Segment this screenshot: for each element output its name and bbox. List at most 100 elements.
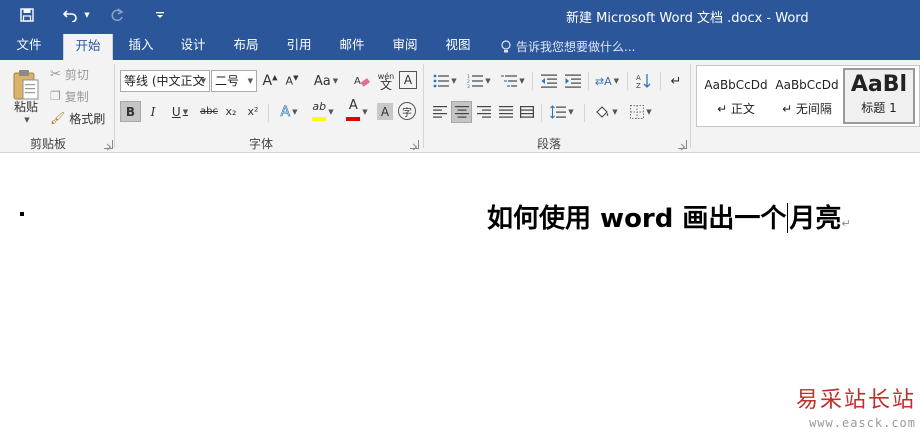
group-divider — [532, 72, 533, 90]
tab-review[interactable]: 审阅 — [384, 32, 426, 60]
font-launcher-icon[interactable] — [410, 140, 419, 149]
redo-button[interactable] — [106, 4, 128, 26]
chevron-down-icon: ▼ — [182, 107, 189, 116]
style-heading-1[interactable]: AaBl 标题 1 — [843, 68, 915, 124]
enclose-characters-button[interactable]: 字 — [398, 102, 416, 120]
tab-insert[interactable]: 插入 — [120, 32, 162, 60]
subscript-button[interactable]: x₂ — [222, 101, 240, 122]
change-case-button[interactable]: Aa ▼ — [311, 71, 341, 91]
bold-button[interactable]: B — [120, 101, 141, 122]
character-shading-icon: A — [380, 104, 390, 119]
tab-mailings[interactable]: 邮件 — [331, 32, 373, 60]
justify-button[interactable] — [496, 102, 515, 122]
format-painter-button[interactable]: 🖌 格式刷 — [50, 109, 105, 127]
paragraph-group-label: 段落 — [537, 137, 562, 151]
group-divider — [423, 64, 424, 148]
shrink-font-icon: A▼ — [285, 74, 299, 88]
grow-font-icon: A▲ — [262, 73, 278, 89]
chevron-down-icon: ▼ — [332, 77, 339, 85]
phonetic-guide-button[interactable]: wén 文 — [376, 69, 396, 93]
bullets-button[interactable]: ▼ — [430, 71, 460, 91]
underline-button[interactable]: U ▼ — [166, 101, 194, 122]
font-color-icon: A — [348, 97, 358, 113]
multilevel-list-button[interactable]: ▼ — [498, 71, 528, 91]
text-effects-icon: A — [280, 103, 291, 120]
numbered-list-icon: 1 2 3 — [467, 74, 484, 88]
sort-icon: A Z — [636, 74, 651, 89]
paste-label[interactable]: 粘贴 — [8, 97, 44, 115]
show-formatting-button[interactable]: ↵ — [666, 71, 686, 91]
scissors-icon: ✂ — [50, 66, 61, 82]
window-title: 新建 Microsoft Word 文档 .docx - Word — [566, 11, 809, 26]
copy-button[interactable]: ❐ 复制 — [50, 87, 89, 105]
customize-qat-button[interactable] — [150, 4, 170, 26]
heading-text-end: 月亮 — [789, 204, 842, 234]
svg-text:A: A — [354, 76, 361, 87]
ribbon-tabs: 文件 开始 插入 设计 布局 引用 邮件 审阅 视图 告诉我您想要做什么... — [0, 32, 920, 60]
chinese-layout-icon: ⇄A — [594, 74, 612, 88]
justify-icon — [498, 106, 513, 118]
paragraph-launcher-icon[interactable] — [678, 140, 687, 149]
chevron-down-icon: ▼ — [612, 108, 618, 116]
increase-indent-button[interactable] — [562, 71, 584, 91]
tab-layout[interactable]: 布局 — [225, 32, 267, 60]
tab-file[interactable]: 文件 — [8, 32, 50, 60]
style-no-spacing[interactable]: AaBbCcDd ↵ 无间隔 — [773, 68, 841, 124]
chinese-layout-button[interactable]: ⇄A ▼ — [592, 71, 622, 91]
sort-button[interactable]: A Z — [633, 71, 655, 91]
chevron-down-icon: ▼ — [247, 77, 253, 85]
align-left-button[interactable] — [430, 102, 449, 122]
undo-button[interactable]: ▼ — [58, 4, 94, 26]
tab-references[interactable]: 引用 — [278, 32, 320, 60]
cut-button[interactable]: ✂ 剪切 — [50, 65, 89, 83]
decrease-indent-button[interactable] — [538, 71, 560, 91]
save-icon — [20, 8, 34, 22]
numbering-button[interactable]: 1 2 3 ▼ — [464, 71, 494, 91]
clipboard-launcher-icon[interactable] — [104, 140, 113, 149]
strikethrough-button[interactable]: abc — [199, 101, 219, 122]
text-effects-button[interactable]: A ▼ — [275, 101, 303, 122]
chevron-down-icon: ▼ — [485, 77, 491, 85]
group-divider — [588, 72, 589, 90]
font-name-combo[interactable]: 等线 (中文正文 ▼ — [120, 70, 210, 92]
tab-view[interactable]: 视图 — [437, 32, 479, 60]
tab-design[interactable]: 设计 — [172, 32, 214, 60]
tell-me-box[interactable]: 告诉我您想要做什么... — [500, 38, 635, 55]
document-area[interactable]: 如何使用 word 画出一个 月亮↵ 易采站长站 www.easck.com — [0, 154, 920, 438]
grow-font-button[interactable]: A▲ — [262, 71, 278, 91]
tab-home[interactable]: 开始 — [63, 34, 113, 60]
font-color-button[interactable]: A ▼ — [342, 97, 372, 122]
character-border-button[interactable]: A — [399, 71, 417, 89]
document-heading[interactable]: 如何使用 word 画出一个 月亮↵ — [487, 198, 851, 235]
font-name-value: 等线 (中文正文 — [124, 74, 205, 88]
multilevel-list-icon — [501, 75, 518, 87]
clear-formatting-button[interactable]: A — [352, 71, 372, 91]
group-divider — [268, 104, 269, 122]
change-case-label: Aa — [313, 73, 331, 89]
shading-button[interactable]: ▼ — [590, 102, 622, 122]
highlight-button[interactable]: ab ▼ — [307, 101, 339, 122]
chevron-down-icon: ▼ — [519, 77, 525, 85]
customize-icon — [156, 12, 164, 18]
character-shading-button[interactable]: A — [377, 103, 393, 120]
save-button[interactable] — [16, 4, 38, 26]
italic-button[interactable]: I — [145, 101, 161, 122]
distributed-button[interactable] — [517, 102, 536, 122]
increase-indent-icon — [565, 74, 581, 88]
borders-button[interactable]: ▼ — [626, 102, 656, 122]
align-right-button[interactable] — [474, 102, 493, 122]
style-normal[interactable]: AaBbCcDd ↵ 正文 — [701, 68, 771, 124]
superscript-button[interactable]: x² — [244, 101, 262, 122]
align-center-button[interactable] — [451, 101, 472, 123]
undo-icon — [63, 10, 78, 22]
paste-dropdown[interactable]: ▼ — [18, 114, 34, 126]
chevron-down-icon: ▼ — [362, 107, 368, 116]
list-bullet — [20, 212, 24, 216]
align-center-icon — [454, 106, 469, 118]
line-spacing-button[interactable]: ▼ — [547, 102, 577, 122]
align-right-icon — [476, 106, 491, 118]
borders-icon — [630, 105, 645, 119]
font-size-combo[interactable]: 二号 ▼ — [211, 70, 257, 92]
style-name: ↵ 正文 — [717, 102, 755, 116]
shrink-font-button[interactable]: A▼ — [284, 71, 300, 91]
